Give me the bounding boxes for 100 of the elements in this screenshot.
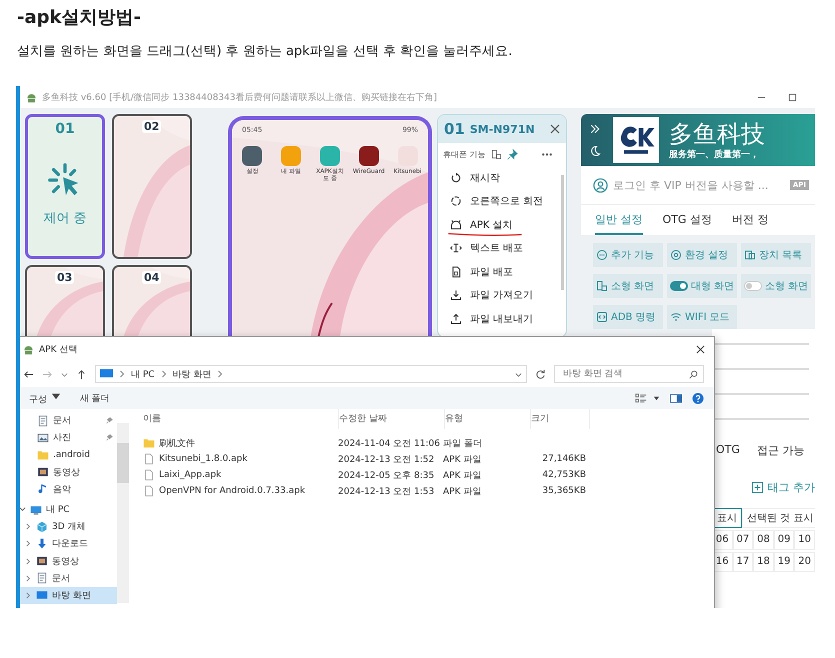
caret-icon[interactable]: [515, 370, 522, 378]
file-row[interactable]: 刷机文件 2024-11-04 오전 11:06 파일 폴더: [143, 435, 714, 451]
file-name: Laixi_App.apk: [159, 470, 222, 480]
settings-tab[interactable]: OTG 설정: [662, 205, 712, 235]
column-header[interactable]: 수정한 날짜: [339, 409, 445, 429]
number-cell[interactable]: 10: [794, 530, 815, 550]
path-segment[interactable]: 바탕 화면: [172, 368, 212, 380]
toggle-switch[interactable]: [670, 281, 688, 291]
file-date: 2024-12-05 오후 8:35: [338, 470, 436, 482]
device-thumbnail[interactable]: 03: [25, 265, 105, 337]
file-row[interactable]: Kitsunebi_1.8.0.apk 2024-12-13 오전 1:52 APK 파일 27,146KB: [143, 451, 714, 467]
help-icon[interactable]: [692, 392, 704, 404]
file-type: APK 파일: [443, 454, 482, 466]
close-icon[interactable]: [550, 124, 560, 134]
number-cell[interactable]: 20: [794, 552, 815, 572]
upload-icon: [450, 312, 462, 325]
column-header[interactable]: 크기: [531, 409, 590, 429]
nav-item[interactable]: .android: [20, 446, 117, 464]
refresh-icon[interactable]: [535, 368, 546, 380]
number-cell[interactable]: 18: [753, 552, 774, 572]
file-date: 2024-12-13 오전 1:53: [338, 486, 436, 498]
search-field[interactable]: 바탕 화면 검색: [554, 365, 704, 383]
number-cell[interactable]: 09: [774, 530, 794, 550]
column-header[interactable]: 유형: [445, 409, 531, 429]
number-cell[interactable]: 07: [732, 530, 754, 550]
file-row[interactable]: OpenVPN for Android.0.7.33.apk 2024-12-13 오전 1:53 APK 파일 35,365KB: [143, 483, 714, 499]
number-cell[interactable]: 08: [753, 530, 774, 550]
filter-label[interactable]: OTG: [716, 443, 740, 458]
android-icon: [23, 344, 34, 354]
pin-icon[interactable]: [106, 434, 113, 442]
nav-item[interactable]: 문서: [20, 412, 117, 430]
chevron-icon[interactable]: [25, 540, 32, 548]
chevron-icon[interactable]: [25, 523, 32, 530]
close-icon[interactable]: [696, 344, 705, 354]
menu-item[interactable]: 파일 내보내기: [470, 312, 534, 326]
nav-item[interactable]: 바탕 화면: [20, 586, 117, 604]
expand-icon[interactable]: [589, 123, 601, 135]
devices-icon[interactable]: [490, 149, 502, 160]
nav-item[interactable]: 사진: [20, 429, 117, 446]
menu-item[interactable]: 재시작: [470, 170, 500, 185]
moon-icon[interactable]: [589, 145, 601, 157]
wifi-icon: [670, 311, 682, 323]
new-folder-button[interactable]: 새 폴더: [76, 392, 114, 404]
app-icon[interactable]: [358, 146, 379, 166]
file-icon: [143, 453, 155, 465]
file-icon: [450, 266, 462, 278]
settings-tab[interactable]: 버전 정: [732, 205, 768, 235]
file-type: 파일 폴더: [443, 438, 483, 450]
text-cursor-icon: [450, 242, 462, 254]
show-button[interactable]: 선택된 것 표시: [742, 508, 815, 528]
organize-menu[interactable]: 구성: [25, 390, 66, 406]
menu-item[interactable]: 텍스트 배포: [470, 241, 524, 256]
toggle-switch[interactable]: [744, 281, 762, 291]
nav-item[interactable]: 동영상: [20, 464, 117, 481]
path-segment[interactable]: 내 PC: [131, 368, 155, 380]
nav-item[interactable]: 다운로드: [20, 535, 117, 552]
column-header[interactable]: 이름: [143, 409, 339, 429]
view-options-icon[interactable]: [635, 392, 647, 404]
number-cell[interactable]: 17: [732, 552, 754, 572]
device-number: 01: [55, 121, 75, 137]
device-thumbnail[interactable]: 04: [112, 265, 192, 337]
nav-item[interactable]: 문서: [20, 570, 117, 587]
nav-item[interactable]: 음악: [20, 480, 117, 498]
address-bar[interactable]: 내 PC 바탕 화면: [95, 365, 527, 383]
rotate-icon: [450, 195, 462, 208]
caret-icon[interactable]: [653, 394, 660, 402]
monitor-icon: [30, 504, 42, 516]
nav-item[interactable]: 3D 개체: [20, 518, 117, 536]
menu-item[interactable]: 오른쪽으로 회전: [470, 194, 544, 208]
show-button[interactable]: 표시: [712, 508, 742, 528]
preview-pane-icon[interactable]: [670, 392, 682, 404]
app-icon[interactable]: [242, 146, 262, 166]
chevron-icon[interactable]: [25, 558, 32, 565]
chevron-icon[interactable]: [25, 592, 32, 599]
nav-item[interactable]: 내 PC: [20, 500, 117, 518]
menu-item[interactable]: 파일 가져오기: [470, 288, 534, 302]
chevron-icon[interactable]: [25, 574, 32, 582]
up-arrow-icon[interactable]: [76, 368, 87, 380]
more-icon[interactable]: [541, 152, 553, 157]
plus-icon[interactable]: [752, 482, 762, 493]
scrollbar[interactable]: [117, 423, 129, 603]
chevron-icon[interactable]: [217, 370, 224, 378]
menu-item[interactable]: APK 설치: [470, 218, 513, 232]
file-row[interactable]: Laixi_App.apk 2024-12-05 오후 8:35 APK 파일 42,753KB: [143, 467, 714, 483]
file-size: 27,146KB: [541, 454, 586, 464]
pin-icon[interactable]: [106, 417, 113, 424]
maximize-icon[interactable]: [788, 92, 797, 102]
heading: -apk설치방법-: [17, 6, 142, 30]
pin-icon[interactable]: [506, 149, 518, 160]
image-icon: [37, 432, 49, 444]
filter-label[interactable]: 접근 가능: [756, 443, 804, 458]
chevron-icon[interactable]: [20, 506, 26, 514]
menu-item[interactable]: 파일 배포: [470, 264, 514, 279]
number-cell[interactable]: 19: [774, 552, 794, 572]
nav-item[interactable]: 동영상: [20, 552, 117, 570]
add-tag-link[interactable]: 태그 추가: [768, 480, 815, 495]
document-icon: [36, 572, 48, 584]
device-thumbnail[interactable]: 02: [112, 114, 192, 259]
settings-tab[interactable]: 일반 설정: [595, 205, 642, 235]
back-arrow-icon[interactable]: [23, 368, 34, 380]
